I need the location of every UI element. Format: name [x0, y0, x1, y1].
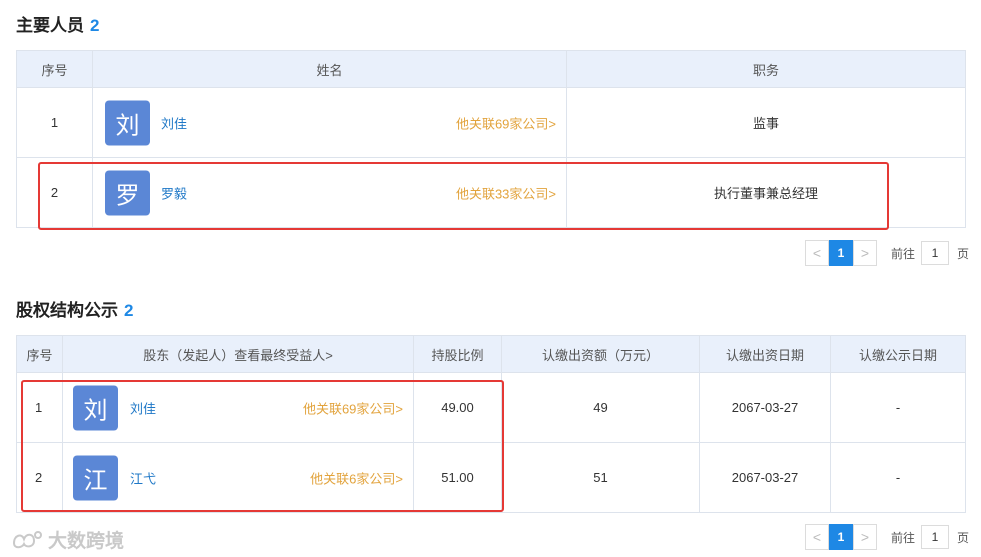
- row-index: 1: [16, 87, 93, 158]
- logo-icon: [12, 530, 42, 548]
- date-cell: 2067-03-27: [699, 372, 831, 443]
- related-companies-link[interactable]: 他关联69家公司>: [303, 398, 403, 417]
- goto-label: 前往: [891, 530, 916, 545]
- person-name-link[interactable]: 罗毅: [161, 183, 187, 202]
- table-row: 1 刘 刘佳 他关联69家公司> 监事: [16, 87, 966, 158]
- col-header-public-date: 认缴公示日期: [830, 335, 966, 373]
- row-index: 2: [16, 157, 93, 228]
- position-cell: 执行董事兼总经理: [566, 157, 966, 228]
- avatar: 刘: [73, 385, 118, 430]
- avatar: 江: [73, 455, 118, 500]
- col-header-name: 姓名: [92, 50, 567, 88]
- shareholder-name-link[interactable]: 刘佳: [130, 398, 156, 417]
- amount-cell: 49: [501, 372, 700, 443]
- related-companies-link[interactable]: 他关联6家公司>: [310, 468, 403, 487]
- personnel-header-row: 序号 姓名 职务: [16, 50, 966, 88]
- page-suffix: 页: [957, 246, 970, 261]
- avatar: 罗: [105, 170, 150, 215]
- personnel-count: 2: [90, 16, 100, 35]
- col-header-index: 序号: [16, 335, 63, 373]
- page-number-input[interactable]: [921, 525, 950, 549]
- row-index: 2: [16, 442, 63, 513]
- table-row: 2 罗 罗毅 他关联33家公司> 执行董事兼总经理: [16, 157, 966, 228]
- shareholders-table: 序号 股东（发起人）查看最终受益人> 持股比例 认缴出资额（万元） 认缴出资日期…: [16, 335, 966, 513]
- page-1-button[interactable]: 1: [829, 524, 853, 550]
- col-header-position: 职务: [566, 50, 966, 88]
- position-cell: 监事: [566, 87, 966, 158]
- related-companies-link[interactable]: 他关联33家公司>: [456, 183, 556, 202]
- prev-page-button[interactable]: <: [805, 524, 829, 550]
- ratio-cell: 51.00: [413, 442, 502, 513]
- col-header-ratio: 持股比例: [413, 335, 502, 373]
- date-cell: 2067-03-27: [699, 442, 831, 513]
- page-suffix: 页: [957, 530, 970, 545]
- personnel-table: 序号 姓名 职务 1 刘 刘佳 他关联69家公司> 监事 2 罗 罗毅 他关联3…: [16, 50, 966, 228]
- ratio-cell: 49.00: [413, 372, 502, 443]
- related-companies-link[interactable]: 他关联69家公司>: [456, 113, 556, 132]
- prev-page-button[interactable]: <: [805, 240, 829, 266]
- name-cell: 刘 刘佳 他关联69家公司>: [92, 87, 567, 158]
- shareholders-title-text: 股权结构公示: [16, 301, 118, 320]
- pagination: < 1 > 前往 页: [805, 240, 969, 266]
- shareholder-cell: 江 江弋 他关联6家公司>: [62, 442, 414, 513]
- col-header-shareholder[interactable]: 股东（发起人）查看最终受益人>: [62, 335, 414, 373]
- avatar: 刘: [105, 100, 150, 145]
- watermark-text: 大数跨境: [48, 531, 125, 552]
- pagination: < 1 > 前往 页: [805, 524, 969, 550]
- next-page-button[interactable]: >: [853, 524, 877, 550]
- table-row: 2 江 江弋 他关联6家公司> 51.00 51 2067-03-27 -: [16, 442, 966, 513]
- personnel-title-text: 主要人员: [16, 16, 84, 35]
- page-number-input[interactable]: [921, 241, 950, 265]
- public-date-cell: -: [830, 442, 966, 513]
- name-cell: 罗 罗毅 他关联33家公司>: [92, 157, 567, 228]
- shareholders-header-row: 序号 股东（发起人）查看最终受益人> 持股比例 认缴出资额（万元） 认缴出资日期…: [16, 335, 966, 373]
- amount-cell: 51: [501, 442, 700, 513]
- person-name-link[interactable]: 刘佳: [161, 113, 187, 132]
- watermark: 大数跨境: [10, 526, 124, 553]
- public-date-cell: -: [830, 372, 966, 443]
- col-header-amount: 认缴出资额（万元）: [501, 335, 700, 373]
- col-header-date: 认缴出资日期: [699, 335, 831, 373]
- goto-label: 前往: [891, 246, 916, 261]
- shareholder-cell: 刘 刘佳 他关联69家公司>: [62, 372, 414, 443]
- shareholder-name-link[interactable]: 江弋: [130, 468, 156, 487]
- table-row: 1 刘 刘佳 他关联69家公司> 49.00 49 2067-03-27 -: [16, 372, 966, 443]
- row-index: 1: [16, 372, 63, 443]
- page-1-button[interactable]: 1: [829, 240, 853, 266]
- col-header-index: 序号: [16, 50, 93, 88]
- personnel-section-title: 主要人员 2: [16, 11, 99, 36]
- shareholders-count: 2: [124, 301, 134, 320]
- next-page-button[interactable]: >: [853, 240, 877, 266]
- shareholders-section-title: 股权结构公示 2: [16, 296, 133, 321]
